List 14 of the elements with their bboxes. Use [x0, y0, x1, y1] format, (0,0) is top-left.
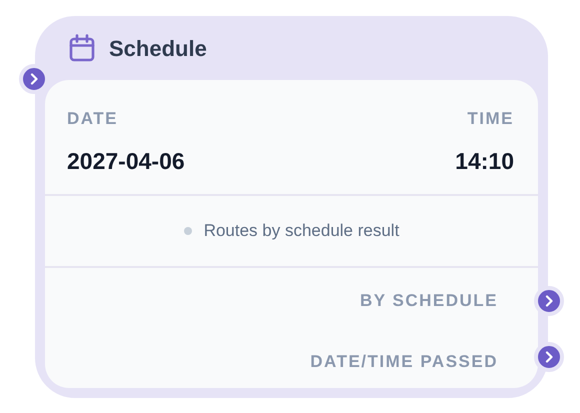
- output-label: DATE/TIME PASSED: [310, 350, 498, 372]
- chevron-right-icon: [29, 73, 39, 85]
- node-title: Schedule: [109, 34, 207, 62]
- field-label: TIME: [466, 108, 514, 130]
- chevron-right-icon: [544, 351, 554, 363]
- field-value: 14:10: [455, 146, 514, 176]
- bullet-icon: [184, 227, 192, 235]
- calendar-icon: [69, 34, 95, 62]
- chevron-right-icon: [544, 295, 554, 307]
- field-label: DATE: [67, 108, 120, 130]
- field-value: 2027-04-06: [67, 146, 185, 176]
- note-text: Routes by schedule result: [204, 220, 400, 242]
- output-handle[interactable]: [534, 342, 564, 372]
- output-label: BY SCHEDULE: [360, 290, 498, 312]
